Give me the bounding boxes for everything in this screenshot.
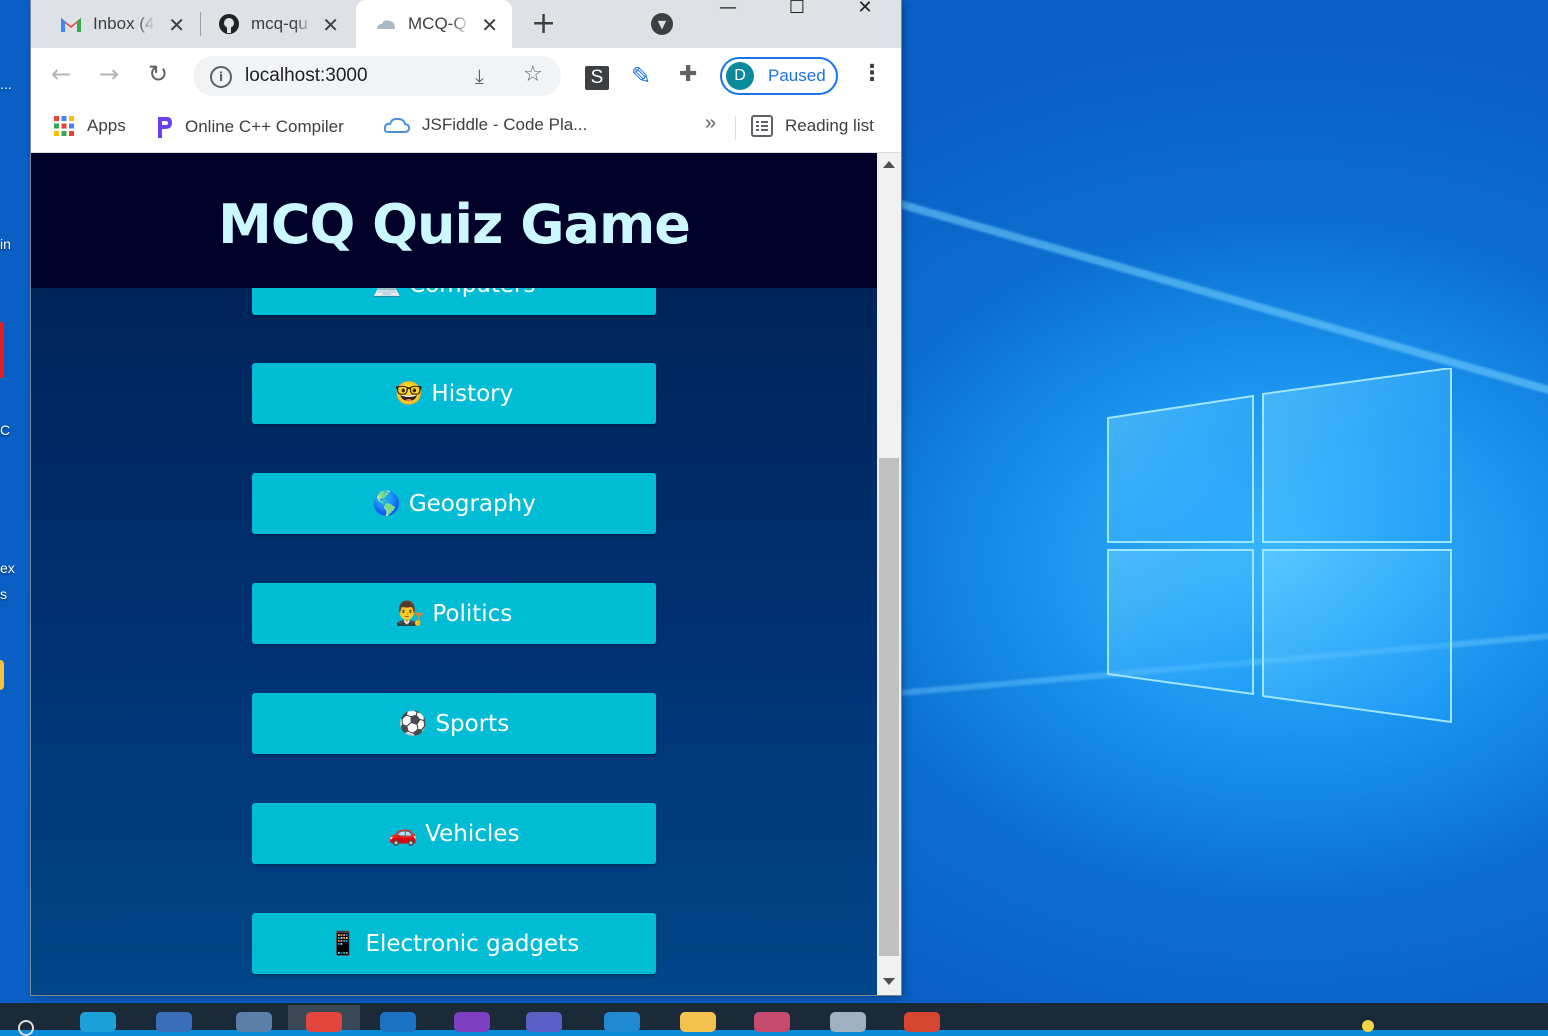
globe-icon: 🌎 [372, 491, 401, 517]
desktop-icon-label[interactable]: C [0, 422, 10, 438]
judge-icon: 👨‍⚖️ [395, 601, 425, 627]
onenote-icon[interactable] [454, 1012, 490, 1032]
category-button-vehicles[interactable]: 🚗 Vehicles [252, 803, 656, 864]
bookmarks-bar: Apps Online C++ Compiler JSFiddle - Code… [31, 104, 901, 153]
browser-toolbar: ← → ↻ i localhost:3000 ⤓ ☆ S ✎ ✚ D Pause… [31, 48, 901, 104]
category-label: Politics [432, 600, 513, 627]
teams-icon[interactable] [526, 1012, 562, 1032]
edge-icon[interactable] [80, 1012, 116, 1032]
desktop-icon-label[interactable]: s [0, 586, 7, 602]
tab-strip: Inbox (4 ✕ mcq-qu ✕ MCQ-Q ✕ + ▼ — ☐ ✕ [31, 0, 901, 48]
s-extension-icon[interactable]: S [585, 66, 609, 90]
category-button-sports[interactable]: ⚽ Sports [252, 693, 656, 754]
folder-icon[interactable] [680, 1012, 716, 1032]
programiz-icon [155, 115, 173, 139]
page-scrollbar[interactable] [877, 153, 901, 995]
tab-title: Inbox (4 [93, 14, 155, 33]
page-viewport: MCQ Quiz Game 💻 Computers 🤓 History 🌎 Ge… [31, 153, 877, 995]
install-app-icon[interactable]: ⤓ [475, 64, 484, 88]
browser-window: Inbox (4 ✕ mcq-qu ✕ MCQ-Q ✕ + ▼ — ☐ ✕ ← … [31, 0, 901, 995]
category-label: Electronic gadgets [365, 930, 580, 957]
outlook-icon[interactable] [380, 1012, 416, 1032]
search-icon[interactable] [18, 1020, 34, 1036]
reading-list-button[interactable]: Reading list [751, 115, 874, 137]
bookmark-jsfiddle[interactable]: JSFiddle - Code Pla... [384, 115, 587, 135]
chrome-icon[interactable] [306, 1012, 342, 1032]
reading-list-label: Reading list [785, 116, 874, 135]
desktop-app-icon[interactable] [0, 322, 4, 378]
category-label: Geography [408, 490, 536, 517]
address-bar[interactable]: i localhost:3000 ⤓ ☆ [193, 56, 561, 96]
soccer-ball-icon: ⚽ [398, 711, 428, 737]
page-title: MCQ Quiz Game [218, 193, 691, 256]
jsfiddle-cloud-icon [384, 116, 410, 134]
tab-title: MCQ-Q [408, 14, 467, 33]
close-window-button[interactable]: ✕ [842, 0, 888, 20]
desktop-icon-label[interactable]: ex [0, 560, 15, 576]
gmail-icon [59, 12, 83, 36]
car-icon: 🚗 [388, 821, 418, 847]
more-bookmarks-chevron-icon[interactable]: » [705, 112, 716, 135]
highlighter-extension-icon[interactable]: ✎ [631, 62, 651, 90]
category-label: Vehicles [425, 820, 520, 847]
github-icon [217, 12, 241, 36]
category-button-electronic-gadgets[interactable]: 📱 Electronic gadgets [252, 913, 656, 974]
bookmark-apps[interactable]: Apps [53, 115, 126, 137]
close-icon[interactable]: ✕ [322, 13, 339, 38]
windows-logo [1107, 368, 1452, 724]
reload-icon[interactable]: ↻ [148, 62, 168, 86]
tab-gmail[interactable]: Inbox (4 ✕ [59, 0, 199, 48]
category-button-geography[interactable]: 🌎 Geography [252, 473, 656, 534]
menu-kebab-icon[interactable]: ⋮ [861, 62, 883, 86]
tab-search-icon[interactable]: ▼ [651, 13, 673, 35]
tab-title: mcq-qu [251, 14, 308, 33]
category-button-politics[interactable]: 👨‍⚖️ Politics [252, 583, 656, 644]
bookmark-star-icon[interactable]: ☆ [523, 62, 543, 87]
scrollbar-thumb[interactable] [879, 458, 899, 956]
bookmark-online-cpp[interactable]: Online C++ Compiler [155, 115, 344, 139]
close-icon[interactable]: ✕ [168, 13, 185, 38]
tab-mcq-quiz[interactable]: MCQ-Q ✕ [356, 0, 512, 48]
category-label: History [431, 380, 514, 407]
night-light-icon[interactable] [1362, 1020, 1374, 1032]
desktop-app-icon[interactable] [0, 660, 4, 690]
forward-arrow-icon[interactable]: → [99, 62, 119, 86]
cloud-icon [374, 12, 398, 36]
paint-icon[interactable] [754, 1012, 790, 1032]
new-tab-button[interactable]: + [531, 9, 556, 39]
quiz-header: MCQ Quiz Game [31, 153, 877, 288]
divider [735, 116, 736, 140]
address-url[interactable]: localhost:3000 [245, 65, 368, 87]
profile-button[interactable]: D Paused [720, 57, 838, 95]
maximize-button[interactable]: ☐ [774, 0, 820, 20]
category-button-history[interactable]: 🤓 History [252, 363, 656, 424]
extensions-puzzle-icon[interactable]: ✚ [679, 62, 697, 87]
reading-list-icon [751, 115, 773, 137]
shield-app-icon[interactable] [156, 1012, 192, 1032]
desktop-icon-label[interactable]: in [0, 236, 11, 252]
tab-github[interactable]: mcq-qu ✕ [217, 0, 353, 48]
profile-status: Paused [768, 66, 826, 85]
minimize-button[interactable]: — [705, 0, 751, 20]
desktop-icon-label[interactable]: ... [0, 76, 12, 92]
scroll-down-arrow-icon[interactable] [883, 978, 895, 985]
bookmark-label: JSFiddle - Code Pla... [422, 115, 588, 134]
apps-grid-icon [53, 115, 75, 137]
category-label: Sports [435, 710, 510, 737]
bookmark-label: Online C++ Compiler [185, 117, 344, 136]
tab-separator [200, 12, 201, 36]
mobile-phone-icon: 📱 [328, 931, 358, 957]
back-arrow-icon[interactable]: ← [51, 62, 71, 86]
scroll-up-arrow-icon[interactable] [883, 161, 895, 168]
avatar: D [726, 62, 754, 90]
info-icon[interactable]: i [210, 66, 232, 88]
vscode-icon[interactable] [604, 1012, 640, 1032]
close-icon[interactable]: ✕ [481, 13, 498, 38]
app-icon[interactable] [904, 1012, 940, 1032]
app-icon[interactable] [236, 1012, 272, 1032]
app-icon[interactable] [830, 1012, 866, 1032]
bookmark-label: Apps [87, 116, 126, 135]
nerd-face-icon: 🤓 [394, 381, 424, 407]
